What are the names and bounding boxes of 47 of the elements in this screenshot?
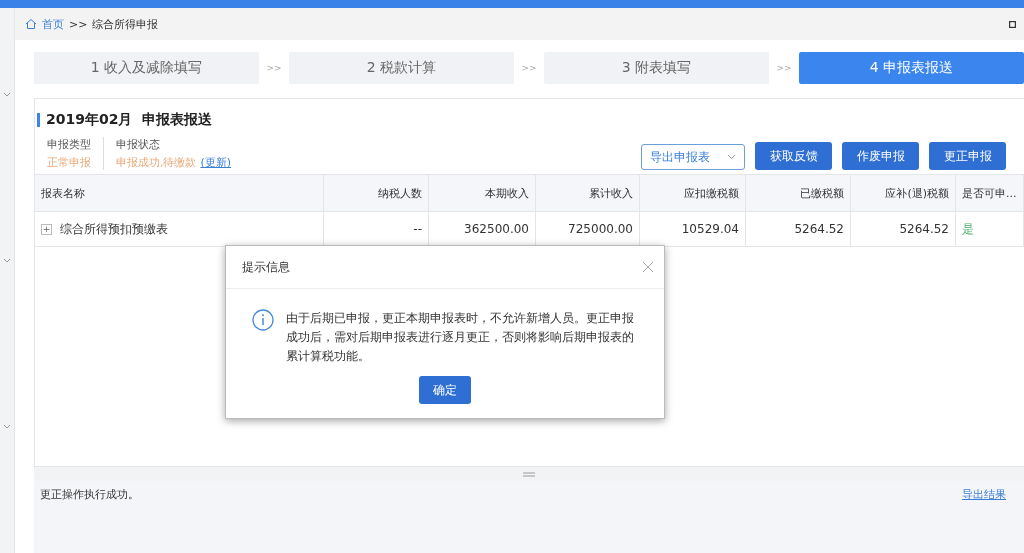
expand-toggle[interactable]: +: [41, 223, 52, 235]
table-cell: 5264.52: [746, 212, 851, 247]
info-label: 申报状态: [116, 137, 161, 152]
chevron-down-icon: [727, 154, 736, 160]
action-button[interactable]: 获取反馈: [755, 142, 832, 170]
info-label: 申报类型: [47, 137, 91, 152]
step-separator: >>: [520, 63, 538, 73]
dialog-message: 由于后期已申报，更正本期申报表时，不允许新增人员。更正申报成功后，需对后期申报表进行逐月更正，否则将影响后期申报表的累计算税功能。: [286, 310, 635, 365]
column-header: 应扣缴税额: [640, 174, 746, 212]
step-tab[interactable]: 4 申报表报送: [799, 52, 1024, 84]
column-header: 报表名称: [35, 174, 324, 212]
column-header: 累计收入: [536, 174, 640, 212]
column-header: 已缴税额: [746, 174, 851, 212]
step-tab[interactable]: 3 附表填写: [544, 52, 769, 84]
export-result-link[interactable]: 导出结果: [962, 487, 1006, 502]
action-button[interactable]: 更正申报: [929, 142, 1006, 170]
breadcrumb-separator: >>: [69, 17, 88, 31]
chevron-down-icon[interactable]: [3, 258, 11, 264]
home-icon[interactable]: [25, 18, 37, 30]
close-icon[interactable]: [642, 261, 654, 273]
log-message: 更正操作执行成功。: [40, 487, 140, 502]
step-tab[interactable]: 1 收入及减除填写: [34, 52, 259, 84]
info-value: 申报成功,待缴款: [116, 156, 197, 169]
confirm-button[interactable]: 确定: [419, 376, 471, 404]
report-name: 综合所得预扣预缴表: [60, 220, 168, 238]
breadcrumb-current: 综合所得申报: [92, 16, 159, 32]
step-separator: >>: [265, 63, 283, 73]
column-header: 应补(退)税额: [851, 174, 956, 212]
maximize-icon[interactable]: [1009, 20, 1016, 28]
home-link[interactable]: 首页: [42, 16, 64, 32]
action-button[interactable]: 作废申报: [842, 142, 919, 170]
dialog-title: 提示信息: [242, 258, 290, 276]
panel-title: 2019年02月 申报表报送: [46, 111, 213, 129]
chevron-down-icon[interactable]: [3, 424, 11, 430]
refresh-link[interactable]: (更新): [200, 156, 232, 169]
info-icon: [252, 309, 274, 331]
chevron-down-icon[interactable]: [3, 92, 11, 98]
splitter-handle-icon[interactable]: [523, 471, 535, 477]
column-header: 本期收入: [429, 174, 536, 212]
export-dropdown[interactable]: 导出申报表: [641, 144, 745, 170]
step-tab[interactable]: 2 税款计算: [289, 52, 514, 84]
step-separator: >>: [775, 63, 793, 73]
column-header: 纳税人数: [324, 174, 429, 212]
table-cell: 是: [956, 212, 1024, 247]
info-value: 正常申报: [47, 156, 91, 169]
table-cell: 5264.52: [851, 212, 956, 247]
column-header: 是否可申...: [956, 174, 1024, 212]
